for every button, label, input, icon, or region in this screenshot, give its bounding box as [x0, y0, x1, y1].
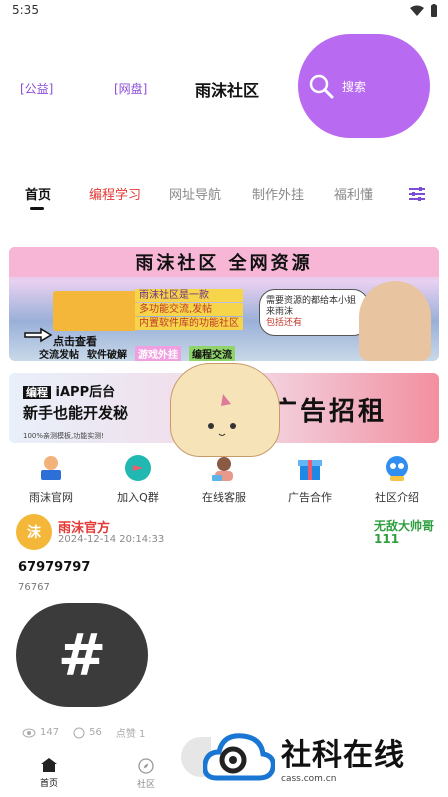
- status-time: 5:35: [12, 3, 39, 17]
- page-title: 雨沫社区: [195, 81, 260, 100]
- banner-chips: 雨沫社区是一款 多功能交流,发帖 内置软件库的功能社区: [135, 289, 243, 330]
- quick-link-join-qq[interactable]: 加入Q群: [96, 452, 180, 505]
- watermark-text: 社科在线: [281, 738, 405, 773]
- avatar[interactable]: 沫: [16, 514, 52, 550]
- views-stat: 147: [22, 727, 59, 738]
- post-timestamp: 2024-12-14 20:14:33: [58, 534, 165, 545]
- anime-girl-illustration: [359, 281, 431, 361]
- tab-url-nav[interactable]: 网址导航: [169, 184, 221, 203]
- customer-service-icon: [208, 452, 240, 484]
- tab-welfare[interactable]: 福利懂: [334, 184, 373, 203]
- nav-community[interactable]: 社区: [137, 758, 155, 790]
- avatar-text: 沫: [27, 525, 41, 541]
- mascot-illustration: [170, 363, 280, 457]
- comments-stat[interactable]: 56: [73, 727, 102, 739]
- home-icon: [41, 758, 57, 772]
- quick-link-community-intro[interactable]: 社区介绍: [355, 452, 439, 505]
- wifi-icon: [410, 5, 424, 16]
- banner-headline: 雨沫社区 全网资源: [135, 253, 313, 274]
- quick-link-official-site[interactable]: 雨沫官网: [9, 452, 93, 505]
- ad-rent-text: 广告招租: [271, 397, 388, 427]
- banner2-left-text: 编程 iAPP后台 新手也能开发秘 100%亲测模板,功能实测!: [23, 385, 129, 440]
- banner-logo: [53, 291, 137, 331]
- chat-bubble-icon: [122, 452, 154, 484]
- hash-symbol: #: [57, 621, 107, 689]
- watermark-url: cass.com.cn: [281, 774, 337, 784]
- featured-user-number: 111: [374, 532, 400, 546]
- like-button[interactable]: 点赞 1: [116, 725, 146, 740]
- banner-tags: 交流发帖 软件破解 游戏外挂 编程交流: [39, 346, 235, 361]
- watermark: 社科在线 cass.com.cn: [203, 726, 443, 788]
- tab-home[interactable]: 首页: [25, 184, 51, 203]
- pointer-hand-icon: [24, 327, 53, 343]
- post-body: 76767: [18, 582, 50, 593]
- search-icon: [309, 74, 334, 99]
- quick-links: 雨沫官网 加入Q群 在线客服 广告合作 社区介绍: [0, 452, 448, 510]
- quick-link-customer-service[interactable]: 在线客服: [182, 452, 266, 505]
- eye-icon: [22, 728, 36, 737]
- post-title[interactable]: 67979797: [18, 560, 90, 575]
- status-bar: 5:35: [0, 0, 448, 22]
- tab-cheats[interactable]: 制作外挂: [252, 184, 304, 203]
- banner-speech-bubble: 需要资源的都给本小姐来雨沫 包括还有: [259, 289, 369, 336]
- comment-icon: [73, 727, 85, 738]
- compass-icon: [138, 758, 154, 774]
- active-tab-indicator: [30, 207, 44, 210]
- battery-icon: [431, 4, 437, 17]
- gift-icon: [294, 452, 326, 484]
- robot-icon: [381, 452, 413, 484]
- category-tabs: 首页 编程学习 网址导航 制作外挂 福利懂: [0, 180, 448, 214]
- post-image[interactable]: #: [16, 603, 148, 707]
- mascot-face-icon: [208, 394, 236, 436]
- quick-link-ad-cooperation[interactable]: 广告合作: [268, 452, 352, 505]
- netdisk-link[interactable]: [网盘]: [114, 80, 147, 97]
- post-stats: 147 56 点赞 1: [22, 725, 145, 740]
- tab-programming[interactable]: 编程学习: [89, 184, 141, 203]
- system-icons: [410, 4, 438, 17]
- promo-banner-community[interactable]: 雨沫社区 全网资源 雨沫社区是一款 多功能交流,发帖 内置软件库的功能社区 需要…: [9, 247, 439, 361]
- filter-settings-icon[interactable]: [408, 186, 426, 202]
- search-button[interactable]: 搜索: [298, 34, 430, 138]
- nav-home[interactable]: 首页: [40, 758, 58, 789]
- banner-headline-bar: 雨沫社区 全网资源: [9, 247, 439, 277]
- welfare-link[interactable]: [公益]: [20, 80, 53, 97]
- search-label: 搜索: [342, 79, 367, 94]
- reader-icon: [35, 452, 67, 484]
- cloud-logo-icon: [203, 733, 275, 781]
